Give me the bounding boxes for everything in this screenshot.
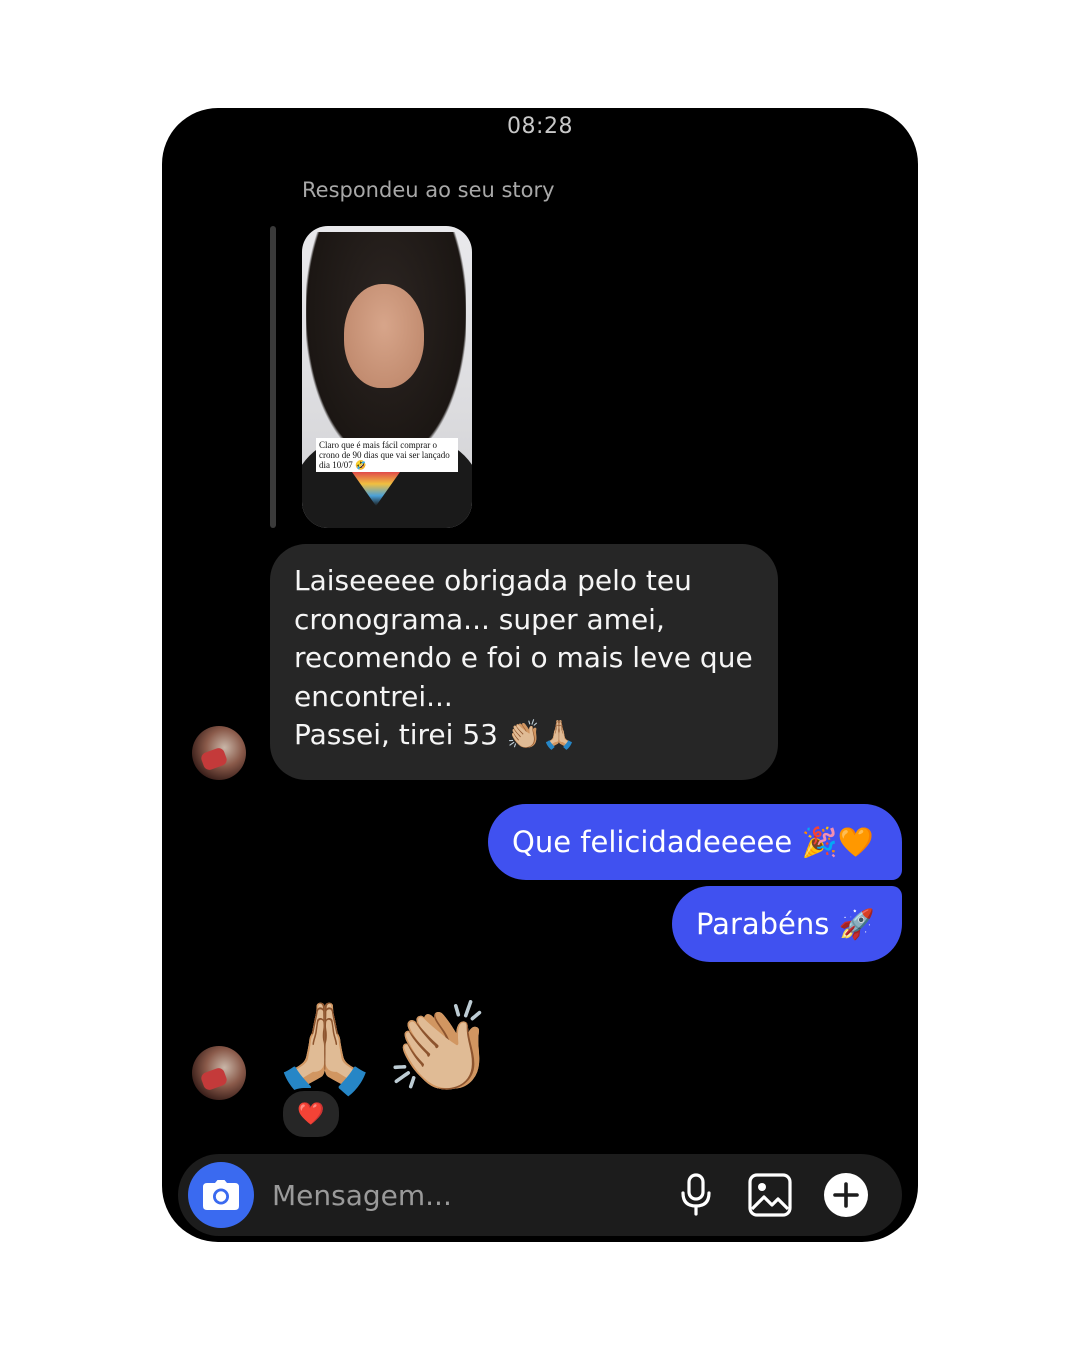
status-time: 08:28 (507, 114, 573, 139)
add-button[interactable] (822, 1171, 870, 1219)
story-caption: Claro que é mais fácil comprar o crono d… (316, 438, 458, 472)
outgoing-message-bubble[interactable]: Parabéns 🚀 (672, 886, 902, 962)
story-thumbnail[interactable]: Claro que é mais fácil comprar o crono d… (302, 226, 472, 528)
plus-icon (824, 1173, 868, 1217)
outgoing-message-text: Que felicidadeeeee 🎉🧡 (512, 824, 874, 859)
outgoing-message-bubble[interactable]: Que felicidadeeeee 🎉🧡 (488, 804, 902, 880)
camera-icon (203, 1180, 239, 1210)
sender-avatar[interactable] (192, 1046, 246, 1100)
message-line: encontrei... (294, 679, 453, 713)
chat-screen: 08:28 Respondeu ao seu story Claro que é… (162, 108, 918, 1242)
story-reply-label: Respondeu ao seu story (302, 178, 555, 202)
gallery-button[interactable] (746, 1171, 794, 1219)
message-line: Passei, tirei 53 👏🏼🙏🏼 (294, 718, 577, 751)
outgoing-message-text: Parabéns 🚀 (696, 906, 875, 941)
heart-reaction-icon[interactable]: ❤️ (280, 1088, 342, 1140)
gallery-icon (748, 1173, 792, 1217)
message-line: cronograma... super amei, (294, 602, 665, 636)
message-line: Laiseeeee obrigada pelo teu (294, 564, 692, 597)
microphone-icon (681, 1173, 711, 1216)
message-line: recomendo e foi o mais leve que (294, 641, 753, 674)
reply-indicator-line (270, 226, 276, 528)
message-input[interactable]: Mensagem... (272, 1154, 452, 1236)
story-photo-face (344, 284, 424, 388)
sender-avatar[interactable] (192, 726, 246, 780)
microphone-button[interactable] (672, 1171, 720, 1219)
incoming-message-bubble[interactable]: Laiseeeee obrigada pelo teu cronograma..… (270, 544, 778, 780)
camera-button[interactable] (188, 1162, 254, 1228)
message-composer: Mensagem... (178, 1154, 902, 1236)
